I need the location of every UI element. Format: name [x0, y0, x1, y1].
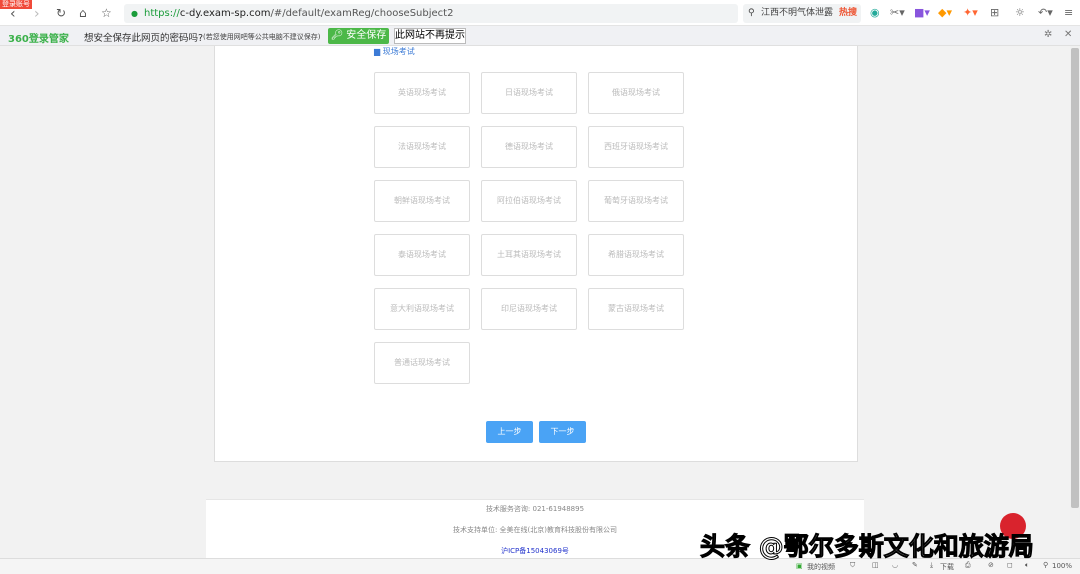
- search-box[interactable]: ⚲ 江西不明气体泄露 热搜: [743, 4, 861, 23]
- search-icon: ⚲: [748, 8, 755, 18]
- exam-option[interactable]: 日语现场考试: [481, 72, 577, 114]
- url-scheme: https://: [144, 8, 180, 19]
- watermark-text: 头条 @鄂尔多斯文化和旅游局: [700, 532, 1035, 562]
- key-icon: 🔑︎: [330, 30, 347, 41]
- browser-toolbar: 登录账号 ‹ › ↻ ⌂ ☆ ● https://c-dy.exam-sp.co…: [0, 0, 1080, 26]
- reload-icon[interactable]: ↻: [56, 6, 66, 20]
- login-badge: 登录账号: [0, 0, 32, 9]
- apps-grid-icon[interactable]: ⊞: [990, 6, 999, 19]
- exam-option[interactable]: 葡萄牙语现场考试: [588, 180, 684, 222]
- never-ask-button[interactable]: 此网站不再提示: [394, 28, 466, 44]
- forward-icon[interactable]: ›: [34, 6, 40, 22]
- exam-option[interactable]: 俄语现场考试: [588, 72, 684, 114]
- undo-icon[interactable]: ↶▾: [1038, 6, 1053, 19]
- exam-option[interactable]: 阿拉伯语现场考试: [481, 180, 577, 222]
- my-video-label[interactable]: 我的视频: [807, 562, 835, 572]
- exam-option[interactable]: 土耳其语现场考试: [481, 234, 577, 276]
- exam-option[interactable]: 希腊语现场考试: [588, 234, 684, 276]
- url-path: /#/default/examReg/chooseSubject2: [270, 8, 454, 19]
- zoom-level[interactable]: 100%: [1052, 562, 1072, 570]
- section-label: ▆ 现场考试: [374, 47, 415, 56]
- exam-option[interactable]: 泰语现场考试: [374, 234, 470, 276]
- hotline-text: 技术服务咨询: 021-61948895: [485, 505, 585, 513]
- exam-option[interactable]: 法语现场考试: [374, 126, 470, 168]
- menu-icon[interactable]: ≡: [1064, 6, 1073, 19]
- home-icon[interactable]: ⌂: [79, 6, 87, 20]
- save-password-button[interactable]: 🔑︎ 安全保存: [328, 28, 389, 44]
- scrollbar-thumb[interactable]: [1071, 48, 1079, 508]
- close-icon[interactable]: ✕: [1064, 29, 1072, 40]
- exam-option[interactable]: 普通话现场考试: [374, 342, 470, 384]
- save-label: 安全保存: [346, 30, 387, 41]
- download-label[interactable]: 下载: [940, 562, 954, 572]
- 360-logo: 360登录管家: [8, 34, 69, 45]
- next-step-button[interactable]: 下一步: [539, 421, 586, 443]
- exam-option[interactable]: 英语现场考试: [374, 72, 470, 114]
- search-text: 江西不明气体泄露: [761, 8, 834, 18]
- prev-step-button[interactable]: 上一步: [486, 421, 533, 443]
- settings-gear-icon[interactable]: ✲: [1044, 29, 1052, 40]
- save-password-note: (若您使用网吧等公共电脑不建议保存): [203, 33, 321, 41]
- lock-icon: ●: [131, 9, 138, 18]
- address-bar[interactable]: ● https://c-dy.exam-sp.com/#/default/exa…: [124, 4, 738, 23]
- game-icon[interactable]: ✦▾: [963, 6, 978, 19]
- exam-option[interactable]: 西班牙语现场考试: [588, 126, 684, 168]
- exam-option[interactable]: 朝鲜语现场考试: [374, 180, 470, 222]
- video-icon[interactable]: ▣: [796, 562, 803, 570]
- exam-option[interactable]: 蒙古语现场考试: [588, 288, 684, 330]
- save-password-question: 想安全保存此网页的密码吗?: [84, 33, 204, 44]
- exam-option[interactable]: 印尼语现场考试: [481, 288, 577, 330]
- brightness-icon[interactable]: ☼: [1015, 6, 1025, 19]
- bookmark-star-icon[interactable]: ☆: [101, 6, 112, 20]
- back-icon[interactable]: ‹: [10, 6, 16, 22]
- exam-option[interactable]: 德语现场考试: [481, 126, 577, 168]
- url-host: c-dy.exam-sp.com: [179, 8, 271, 19]
- shield-icon[interactable]: ◆▾: [938, 6, 952, 19]
- scissors-icon[interactable]: ✂▾: [890, 6, 905, 19]
- zoom-icon[interactable]: ⚲: [1043, 561, 1048, 569]
- notes-icon[interactable]: ■▾: [914, 6, 930, 19]
- extension-icon[interactable]: ◉: [870, 6, 880, 19]
- hot-search-label[interactable]: 热搜: [839, 4, 857, 23]
- exam-option[interactable]: 意大利语现场考试: [374, 288, 470, 330]
- password-save-bar: 360登录管家 想安全保存此网页的密码吗? (若您使用网吧等公共电脑不建议保存)…: [0, 26, 1080, 46]
